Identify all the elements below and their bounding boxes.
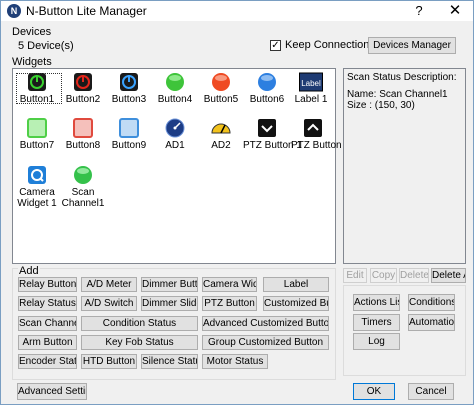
selection-frame [16,73,62,104]
devices-section-label: Devices [12,26,52,38]
scan-status-name: Name: Scan Channel1 [347,89,448,100]
widget-label: Label 1 [294,94,328,105]
add-camera-widget[interactable]: Camera Widget [202,277,257,292]
green-circle-button-icon [166,73,184,91]
cancel-button[interactable]: Cancel [408,383,454,400]
widget-label: Button5 [203,94,239,105]
add-section-label: Add [18,265,40,277]
edit-button[interactable]: Edit [343,268,367,283]
delete-all-button[interactable]: Delete All [431,268,466,283]
widget-ptz-button1[interactable]: PTZ Button 1 [243,118,302,151]
widget-button6[interactable]: Button6 [245,72,289,105]
widget-label: Button2 [65,94,101,105]
green-square-button-icon [27,118,47,138]
scan-status-panel: Scan Status Description: Name: Scan Chan… [343,68,466,264]
ptz-down-arrow-icon [258,119,276,137]
power-button-icon [74,73,92,91]
widget-button1[interactable]: Button1 [15,72,62,105]
blue-square-button-icon [119,118,139,138]
widget-label: Camera Widget 1 [17,187,57,209]
add-silence-status[interactable]: Silence Status [141,354,198,369]
add-htd-button[interactable]: HTD Button [81,354,137,369]
add-dimmer-button[interactable]: Dimmer Button [141,277,198,292]
widget-ad2[interactable]: AD2 [199,118,243,151]
app-logo-icon: N [7,4,21,18]
widget-button4[interactable]: Button4 [153,72,197,105]
delete-button[interactable]: Delete [399,268,429,283]
ad-meter-icon [211,123,231,134]
main-window: N N-Button Lite Manager ? ✕ Devices 5 De… [0,0,474,405]
widget-button3[interactable]: Button3 [107,72,151,105]
label-icon-text: Label [301,79,321,88]
widget-label: PTZ Button 2 [291,140,350,151]
widget-label1[interactable]: Label Label 1 [289,72,333,105]
ok-button[interactable]: OK [353,383,395,400]
advanced-setting-button[interactable]: Advanced Setting [17,383,87,400]
red-square-button-icon [73,118,93,138]
add-relay-button[interactable]: Relay Button [18,277,77,292]
widget-button8[interactable]: Button8 [61,118,105,151]
window-title: N-Button Lite Manager [26,4,147,18]
widget-button2[interactable]: Button2 [61,72,105,105]
add-encoder-status[interactable]: Encoder Status [18,354,77,369]
blue-circle-button-icon [258,73,276,91]
widget-button7[interactable]: Button7 [15,118,59,151]
add-relay-status[interactable]: Relay Status [18,296,77,311]
widget-label: AD1 [165,140,185,151]
add-dimmer-slider[interactable]: Dimmer Slider [141,296,198,311]
ptz-up-arrow-icon [304,119,322,137]
ad-meter-icon [165,118,185,138]
copy-button[interactable]: Copy [370,268,397,283]
widgets-panel: Button1 Button2 Button3 Button4 Button5 … [12,68,350,264]
scan-channel-icon [74,166,92,184]
add-ptz-button[interactable]: PTZ Button [202,296,257,311]
add-key-fob-status[interactable]: Key Fob Status [81,335,198,350]
widget-label: Button7 [19,140,55,151]
timers-button[interactable]: Timers [353,314,400,331]
close-icon[interactable]: ✕ [441,1,469,21]
widget-ptz-button2[interactable]: PTZ Button 2 [291,118,350,151]
keep-connection-checkbox[interactable]: ✓ [270,40,281,51]
scan-status-size: Size : (150, 30) [347,100,415,111]
power-button-icon [120,73,138,91]
widgets-section-label: Widgets [12,56,52,68]
scan-status-title: Scan Status Description: [347,72,457,83]
device-count: 5 Device(s) [18,40,74,52]
automation-button[interactable]: Automation [408,314,455,331]
widget-ad1[interactable]: AD1 [153,118,197,151]
add-group-customized-button[interactable]: Group Customized Button [202,335,329,350]
add-advanced-customized-button[interactable]: Advanced Customized Button [202,316,329,331]
widget-label: Scan Channel1 [61,187,105,209]
add-motor-status[interactable]: Motor Status [202,354,268,369]
widget-label: Button4 [157,94,193,105]
widget-label: Button6 [249,94,285,105]
widget-label: Button3 [111,94,147,105]
devices-manager-button[interactable]: Devices Manager [368,37,456,54]
widget-button9[interactable]: Button9 [107,118,151,151]
add-ad-switch[interactable]: A/D Switch [81,296,137,311]
keep-connection-label: Keep Connection [285,39,370,51]
add-arm-button[interactable]: Arm Button [18,335,77,350]
widget-label: PTZ Button 1 [243,140,302,151]
widget-scan-channel1[interactable]: Scan Channel1 [61,165,105,209]
help-icon[interactable]: ? [405,1,433,21]
add-label[interactable]: Label [263,277,329,292]
title-bar: N N-Button Lite Manager ? ✕ [1,1,473,21]
add-customized-button[interactable]: Customized Button [263,296,329,311]
widget-label: Button9 [111,140,147,151]
actions-list-button[interactable]: Actions List [353,294,400,311]
add-ad-meter[interactable]: A/D Meter [81,277,137,292]
widget-camera-widget1[interactable]: Camera Widget 1 [15,165,59,209]
widget-button5[interactable]: Button5 [199,72,243,105]
camera-widget-icon [28,166,46,184]
widget-label: Button8 [65,140,101,151]
orange-circle-button-icon [212,73,230,91]
add-condition-status[interactable]: Condition Status [81,316,198,331]
log-button[interactable]: Log [353,333,400,350]
add-scan-channel[interactable]: Scan Channel [18,316,77,331]
conditions-button[interactable]: Conditions [408,294,455,311]
label-widget-icon: Label [299,72,323,92]
widget-label: AD2 [211,140,231,151]
